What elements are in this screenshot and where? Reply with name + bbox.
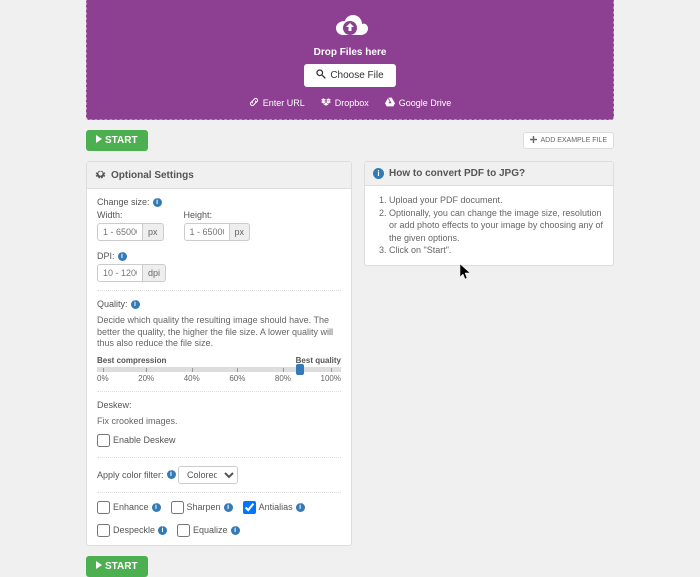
height-input[interactable] [184, 223, 230, 241]
upload-cloud-icon [97, 12, 603, 43]
howto-step: Upload your PDF document. [389, 194, 603, 207]
info-icon[interactable]: i [224, 503, 233, 512]
info-icon[interactable]: i [152, 503, 161, 512]
quality-description: Decide which quality the resulting image… [97, 315, 341, 350]
change-size-label: Change size: i [97, 197, 162, 207]
antialias-checkbox[interactable]: Antialiasi [243, 501, 305, 514]
caret-right-icon [96, 135, 102, 146]
deskew-label: Deskew: [97, 400, 132, 410]
start-button-top[interactable]: START [86, 130, 148, 151]
howto-panel: i How to convert PDF to JPG? Upload your… [364, 161, 614, 266]
quality-slider-handle[interactable] [296, 364, 304, 375]
despeckle-checkbox[interactable]: Despecklei [97, 524, 167, 537]
info-icon[interactable]: i [153, 198, 162, 207]
dpi-label: DPI: i [97, 251, 127, 261]
optional-settings-panel: Optional Settings Change size: i Width: … [86, 161, 352, 546]
info-icon[interactable]: i [131, 300, 140, 309]
color-filter-label: Apply color filter: i [97, 470, 176, 480]
plus-icon [530, 136, 537, 145]
howto-steps: Upload your PDF document.Optionally, you… [375, 194, 603, 257]
import-google-drive[interactable]: Google Drive [385, 97, 452, 109]
enable-deskew-checkbox[interactable]: Enable Deskew [97, 434, 176, 447]
equalize-checkbox[interactable]: Equalizei [177, 524, 240, 537]
info-icon[interactable]: i [231, 526, 240, 535]
file-dropzone[interactable]: Drop Files here Choose File Enter URL Dr… [86, 0, 614, 120]
color-filter-select[interactable]: Colored [178, 466, 238, 484]
height-unit: px [230, 223, 251, 241]
dpi-input[interactable] [97, 264, 143, 282]
gear-icon [95, 168, 106, 182]
deskew-description: Fix crooked images. [97, 416, 341, 428]
dpi-unit: dpi [143, 264, 166, 282]
howto-step: Click on "Start". [389, 244, 603, 257]
height-label: Height: [184, 210, 213, 220]
start-button-bottom[interactable]: START [86, 556, 148, 577]
info-icon[interactable]: i [158, 526, 167, 535]
slider-label-left: Best compression [97, 356, 166, 365]
caret-right-icon [96, 561, 102, 572]
import-dropbox[interactable]: Dropbox [321, 97, 369, 109]
choose-file-label: Choose File [330, 70, 383, 81]
width-input[interactable] [97, 223, 143, 241]
link-icon [249, 97, 259, 109]
google-drive-icon [385, 97, 395, 109]
search-icon [316, 69, 326, 82]
quality-label: Quality: i [97, 299, 140, 309]
drop-files-text: Drop Files here [97, 47, 603, 58]
enhance-checkbox[interactable]: Enhancei [97, 501, 161, 514]
info-icon[interactable]: i [118, 252, 127, 261]
width-label: Width: [97, 210, 123, 220]
dropbox-icon [321, 97, 331, 109]
info-icon: i [373, 168, 384, 179]
add-example-file-button[interactable]: ADD EXAMPLE FILE [523, 132, 614, 149]
optional-settings-title: Optional Settings [111, 170, 194, 181]
howto-title: How to convert PDF to JPG? [389, 168, 525, 179]
width-unit: px [143, 223, 164, 241]
quality-slider[interactable] [97, 367, 341, 372]
choose-file-button[interactable]: Choose File [304, 64, 395, 87]
info-icon[interactable]: i [167, 470, 176, 479]
sharpen-checkbox[interactable]: Sharpeni [171, 501, 233, 514]
howto-step: Optionally, you can change the image siz… [389, 207, 603, 245]
info-icon[interactable]: i [296, 503, 305, 512]
import-enter-url[interactable]: Enter URL [249, 97, 305, 109]
